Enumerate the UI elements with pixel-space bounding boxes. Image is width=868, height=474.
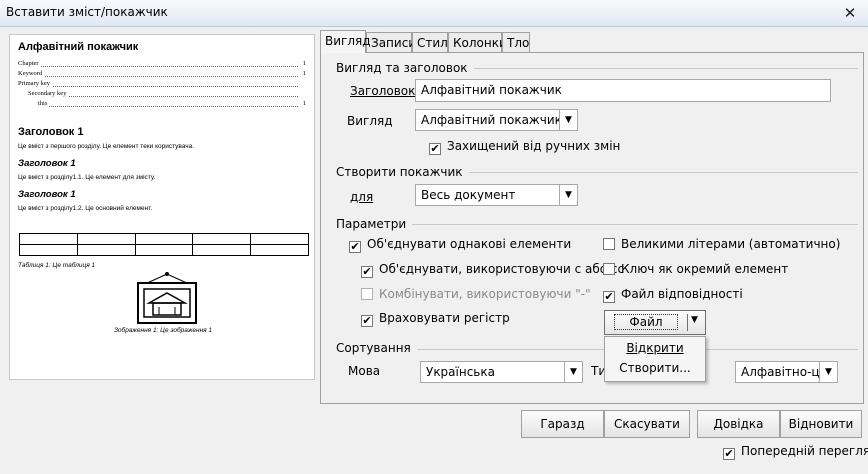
preview-heading: Алфавітний покажчик (18, 41, 139, 53)
language-select-value: Українська (426, 365, 495, 379)
menu-item-create[interactable]: Створити... (605, 361, 705, 375)
type-select[interactable]: Алфавітний покажчик ▼ (415, 109, 578, 131)
combine-identical-checkbox[interactable]: ✔ Об'єднувати однакові елементи (349, 237, 571, 253)
window-title: Вставити зміст/покажчик (6, 5, 168, 19)
checkbox-empty (361, 288, 373, 300)
check-icon: ✔ (361, 265, 373, 278)
preview-entry: Primary key (18, 80, 306, 88)
preview-table (19, 233, 309, 256)
language-label: Мова (348, 364, 381, 378)
preview-entry: Keyword 1 (18, 70, 306, 77)
concordance-checkbox[interactable]: ✔ Файл відповідності (603, 287, 743, 303)
preview-h1: Заголовок 1 (18, 126, 84, 138)
section-sort-title: Сортування (336, 341, 417, 355)
protected-label: Захищений від ручних змін (447, 139, 621, 153)
preview-h1-1: Заголовок 1 (18, 158, 76, 169)
close-icon[interactable]: ✕ (840, 3, 860, 23)
check-icon: ✔ (429, 142, 441, 155)
language-select[interactable]: Українська ▼ (420, 361, 583, 383)
case-sensitive-label: Враховувати регістр (379, 311, 510, 325)
check-icon: ✔ (349, 240, 361, 253)
combine-identical-label: Об'єднувати однакові елементи (367, 237, 572, 251)
section-create-title: Створити покажчик (336, 165, 469, 179)
check-icon: ✔ (603, 290, 615, 303)
preview-h1-2: Заголовок 1 (18, 189, 76, 200)
preview-entry: Secondary key (28, 90, 306, 98)
chevron-down-icon[interactable]: ▼ (819, 362, 837, 382)
preview-checkbox[interactable]: ✔ Попередній перегляд (723, 444, 868, 460)
tab-entries[interactable]: Записи (366, 32, 416, 52)
chevron-down-icon[interactable]: ▼ (691, 315, 698, 325)
help-button[interactable]: Довідка (697, 410, 780, 438)
keys-separate-checkbox[interactable]: Ключ як окремий елемент (603, 262, 788, 276)
checkbox-empty (603, 238, 615, 250)
combine-dash-checkbox[interactable]: Комбінувати, використовуючи "-" (361, 287, 591, 301)
preview-h1-2-text: Це вміст з розділу1.2. Це основний елеме… (18, 205, 153, 212)
preview-table-caption: Таблиця 1: Це таблиця 1 (18, 262, 96, 269)
chevron-down-icon[interactable]: ▼ (559, 110, 577, 130)
auto-capitalize-checkbox[interactable]: Великими літерами (автоматично) (603, 237, 840, 251)
keys-separate-label: Ключ як окремий елемент (621, 262, 789, 276)
menu-item-open[interactable]: Відкрити (605, 341, 705, 355)
scope-select-value: Весь документ (421, 188, 516, 202)
preview-image-caption: Зображення 1: Це зображення 1 (113, 327, 213, 334)
concordance-label: Файл відповідності (621, 287, 743, 301)
tab-type[interactable]: Вигляд (320, 30, 371, 53)
preview-label: Попередній перегляд (741, 444, 868, 458)
check-icon: ✔ (723, 447, 735, 460)
for-label: для (350, 190, 374, 204)
auto-capitalize-label: Великими літерами (автоматично) (621, 237, 841, 251)
chevron-down-icon[interactable]: ▼ (559, 185, 577, 205)
chevron-down-icon[interactable]: ▼ (564, 362, 582, 382)
title-bar: Вставити зміст/покажчик ✕ (0, 0, 868, 27)
protected-checkbox[interactable]: ✔ Захищений від ручних змін (429, 139, 620, 155)
section-type-title: Вигляд та заголовок (336, 61, 474, 75)
combine-pp-label: Об'єднувати, використовуючи с або сс (379, 262, 625, 276)
file-button-label: Файл (614, 314, 678, 330)
combine-pp-checkbox[interactable]: ✔ Об'єднувати, використовуючи с або сс (361, 262, 624, 278)
preview-h1-1-text: Це вміст з розділу1.1. Це елемент для зм… (18, 174, 156, 181)
case-sensitive-checkbox[interactable]: ✔ Враховувати регістр (361, 311, 510, 327)
check-icon: ✔ (361, 314, 373, 327)
type-label: Вигляд (347, 114, 393, 128)
tab-styles[interactable]: Стилі (412, 32, 451, 52)
title-label: Заголовок (350, 84, 416, 98)
preview-entry: this 1 (38, 100, 306, 107)
preview-h1-text: Це вміст з першого розділу. Це елемент т… (18, 143, 195, 150)
tab-columns[interactable]: Колонки (448, 32, 507, 52)
reset-button[interactable]: Відновити (780, 410, 862, 438)
checkbox-empty (603, 263, 615, 275)
title-input[interactable]: Алфавітний покажчик (415, 79, 831, 102)
preview-panel: Алфавітний покажчик Chapter 1 Keyword 1 Pr… (9, 34, 315, 380)
type-select-value: Алфавітний покажчик (421, 113, 562, 127)
picture-icon (137, 272, 197, 324)
preview-entry: Chapter 1 (18, 60, 306, 67)
cancel-button[interactable]: Скасувати (604, 410, 690, 438)
key-type-select[interactable]: Алфавітно-циф ▼ (735, 361, 838, 383)
tab-background[interactable]: Тло (502, 32, 530, 52)
combine-dash-label: Комбінувати, використовуючи "-" (379, 287, 591, 301)
file-dropdown-menu: Відкрити Створити... (604, 336, 706, 382)
section-options-title: Параметри (336, 217, 413, 231)
file-menu-button[interactable]: Файл ▼ (604, 310, 706, 335)
ok-button[interactable]: Гаразд (521, 410, 604, 438)
scope-select[interactable]: Весь документ ▼ (415, 184, 578, 206)
